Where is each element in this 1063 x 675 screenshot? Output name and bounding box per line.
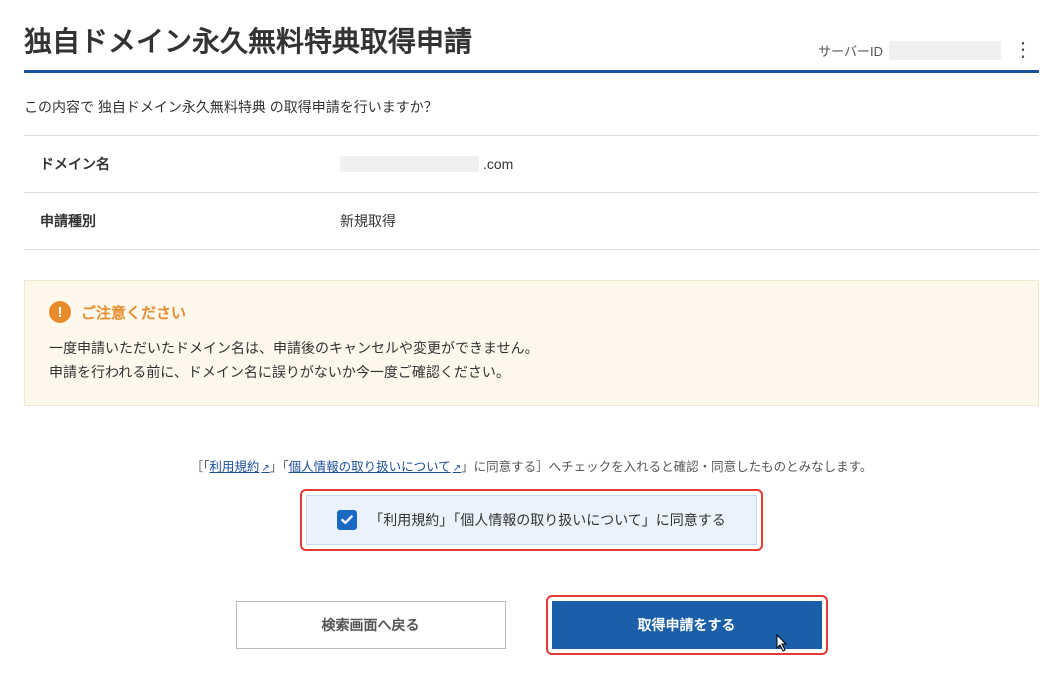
server-id-value: xxxxxxxx — [889, 41, 1001, 60]
notice-title: ご注意ください — [81, 302, 186, 323]
submit-button[interactable]: 取得申請をする — [552, 601, 822, 649]
button-row: 検索画面へ戻る 取得申請をする — [24, 595, 1039, 655]
server-id-label: サーバーID — [818, 41, 883, 60]
info-table: ドメイン名 xxxxxxx .com 申請種別 新規取得 — [24, 135, 1039, 250]
back-button[interactable]: 検索画面へ戻る — [236, 601, 506, 649]
kebab-menu-icon[interactable]: ⋮ — [1007, 40, 1039, 60]
notice-line: 申請を行われる前に、ドメイン名に誤りがないか今一度ご確認ください。 — [49, 361, 1014, 385]
table-row: 申請種別 新規取得 — [24, 193, 1039, 250]
consent-highlight: 「利用規約」「個人情報の取り扱いについて」に同意する — [300, 489, 763, 551]
domain-suffix: .com — [483, 156, 513, 172]
warning-icon: ! — [49, 301, 71, 323]
cursor-icon — [771, 632, 791, 662]
intro-text: この内容で 独自ドメイン永久無料特典 の取得申請を行いますか？ — [24, 97, 1039, 117]
submit-highlight: 取得申請をする — [546, 595, 828, 655]
external-link-icon: ↗ — [453, 463, 461, 474]
page-header: 独自ドメイン永久無料特典取得申請 サーバーID xxxxxxxx ⋮ — [24, 20, 1039, 73]
domain-redacted: xxxxxxx — [340, 156, 479, 172]
server-id-area: サーバーID xxxxxxxx ⋮ — [818, 40, 1039, 60]
privacy-link[interactable]: 個人情報の取り扱いについて↗ — [289, 460, 462, 474]
notice-box: ! ご注意ください 一度申請いただいたドメイン名は、申請後のキャンセルや変更がで… — [24, 280, 1039, 406]
type-label: 申請種別 — [40, 211, 340, 231]
notice-header: ! ご注意ください — [49, 301, 1014, 323]
consent-box[interactable]: 「利用規約」「個人情報の取り扱いについて」に同意する — [306, 495, 757, 545]
page-title: 独自ドメイン永久無料特典取得申請 — [24, 20, 472, 60]
domain-label: ドメイン名 — [40, 154, 340, 174]
terms-link[interactable]: 利用規約↗ — [209, 460, 269, 474]
consent-label: 「利用規約」「個人情報の取り扱いについて」に同意する — [369, 510, 726, 530]
notice-line: 一度申請いただいたドメイン名は、申請後のキャンセルや変更ができません。 — [49, 337, 1014, 361]
notice-body: 一度申請いただいたドメイン名は、申請後のキャンセルや変更ができません。 申請を行… — [49, 337, 1014, 385]
terms-note: ［「利用規約↗」「個人情報の取り扱いについて↗」に同意する］へチェックを入れると… — [24, 456, 1039, 475]
external-link-icon: ↗ — [261, 463, 269, 474]
consent-checkbox[interactable] — [337, 510, 357, 530]
domain-value: xxxxxxx .com — [340, 154, 513, 174]
type-value: 新規取得 — [340, 211, 396, 231]
table-row: ドメイン名 xxxxxxx .com — [24, 136, 1039, 193]
check-icon — [340, 513, 354, 527]
